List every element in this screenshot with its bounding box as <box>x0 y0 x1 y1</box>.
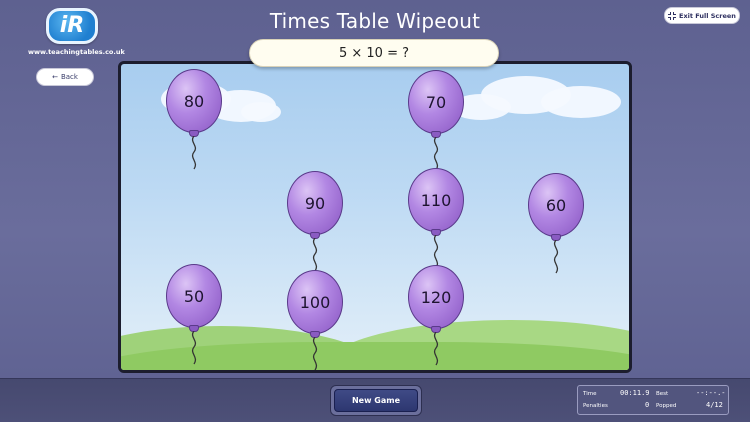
balloon-value: 90 <box>304 193 326 213</box>
back-button[interactable]: ← Back <box>36 68 94 86</box>
balloon-value: 110 <box>420 190 452 210</box>
balloon-value: 120 <box>420 287 452 307</box>
arrow-left-icon: ← <box>52 73 58 81</box>
balloon-value: 50 <box>183 286 205 306</box>
balloon[interactable]: 50 <box>166 264 222 365</box>
popped-label: Popped <box>656 403 677 409</box>
exit-fullscreen-label: Exit Full Screen <box>679 11 736 20</box>
balloon[interactable]: 70 <box>408 70 464 171</box>
cloud <box>241 102 281 122</box>
exit-fullscreen-button[interactable]: Exit Full Screen <box>664 7 740 24</box>
penalties-value: 0 <box>645 401 650 409</box>
balloon-value: 100 <box>299 292 331 312</box>
best-label: Best <box>656 391 669 397</box>
balloon[interactable]: 80 <box>166 69 222 170</box>
balloon[interactable]: 110 <box>408 168 464 269</box>
time-value: 00:11.9 <box>620 389 650 397</box>
logo-url: www.teachingtables.co.uk <box>28 48 125 56</box>
back-button-label: Back <box>60 73 78 81</box>
popped-value: 4/12 <box>706 401 723 409</box>
time-label: Time <box>583 391 597 397</box>
balloon[interactable]: 120 <box>408 265 464 366</box>
new-game-button[interactable]: New Game <box>334 389 418 412</box>
penalties-label: Penalties <box>583 403 608 409</box>
balloon-value: 80 <box>183 91 205 111</box>
stats-panel: Time 00:11.9 Best --:--.- Penalties 0 Po… <box>577 385 729 415</box>
question-display: 5 × 10 = ? <box>249 39 499 67</box>
best-value: --:--.- <box>696 389 726 397</box>
balloon-value: 60 <box>545 195 567 215</box>
balloon[interactable]: 60 <box>528 173 584 274</box>
cloud <box>541 86 621 118</box>
balloon[interactable]: 100 <box>287 270 343 370</box>
balloon-value: 70 <box>425 92 447 112</box>
page-title: Times Table Wipeout <box>269 9 481 33</box>
fullscreen-exit-icon <box>668 11 677 20</box>
balloon[interactable]: 90 <box>287 171 343 272</box>
game-arena: 80 70 90 110 60 50 100 120 <box>118 61 632 373</box>
